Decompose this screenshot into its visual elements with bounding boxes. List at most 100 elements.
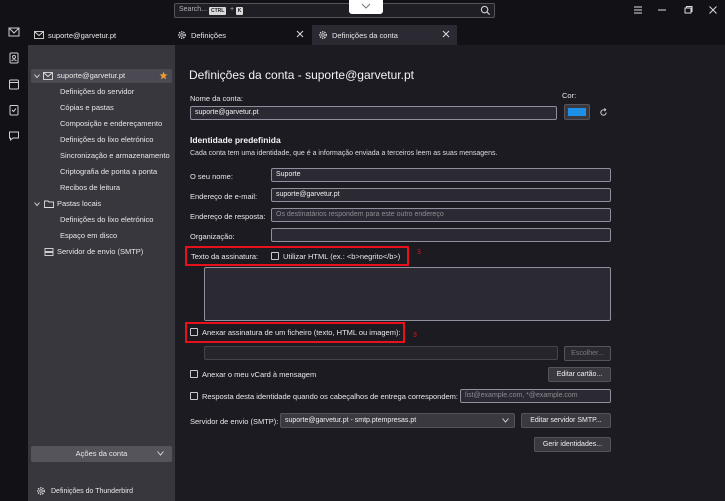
account-tree-sidebar: suporte@garvetur.pt Definições do servid… [28, 45, 175, 501]
sidebar-item-smtp[interactable]: Servidor de envio (SMTP) [28, 245, 175, 259]
account-actions-label: Ações da conta [75, 449, 128, 458]
sidebar-item-e2e-encryption[interactable]: Criptografia de ponta a ponta [28, 165, 175, 179]
choose-file-button[interactable]: Escolher... [564, 346, 611, 361]
tab-bar: suporte@garvetur.pt Definições Definiçõe… [28, 22, 725, 45]
shortcut-ctrl-key: CTRL [209, 7, 227, 15]
calendar-icon[interactable] [8, 78, 20, 90]
your-name-label: O seu nome: [190, 172, 233, 181]
sidebar-item-label: Definições do lixo eletrónico [60, 215, 154, 224]
thunderbird-settings-link[interactable]: Definições do Thunderbird [36, 486, 133, 496]
sidebar-item-sync-storage[interactable]: Sincronização e armazenamento [28, 149, 175, 163]
attach-vcard-label: Anexar o meu vCard à mensagem [202, 370, 317, 379]
tasks-icon[interactable] [8, 104, 20, 116]
color-picker[interactable] [564, 104, 590, 120]
sidebar-item-composition[interactable]: Composição e endereçamento [28, 117, 175, 131]
sidebar-item-label: Sincronização e armazenamento [60, 151, 170, 160]
gear-icon [37, 487, 45, 495]
sidebar-item-server-settings[interactable]: Definições do servidor [28, 85, 175, 99]
signature-file-input[interactable] [204, 346, 558, 360]
search-placeholder: Search... [179, 6, 208, 13]
chevron-down-icon [502, 418, 509, 423]
mail-icon[interactable] [8, 26, 20, 38]
sidebar-item-account[interactable]: suporte@garvetur.pt [31, 69, 172, 83]
sidebar-item-label: Recibos de leitura [60, 183, 121, 192]
star-icon [159, 71, 168, 80]
chevron-down-icon[interactable] [34, 201, 40, 207]
identity-heading: Identidade predefinida [190, 135, 281, 145]
attach-signature-checkbox[interactable] [190, 328, 198, 336]
account-actions-button[interactable]: Ações da conta [31, 446, 172, 462]
email-input[interactable]: suporte@garvetur.pt [271, 188, 611, 202]
gear-icon [319, 31, 327, 39]
signature-label: Texto da assinatura: [191, 252, 259, 261]
reply-identity-label: Resposta desta identidade quando os cabe… [202, 392, 459, 401]
smtp-select-value: suporte@garvetur.pt - smtp.ptempresas.pt [285, 417, 417, 424]
folder-icon [44, 200, 54, 208]
email-label: Endereço de e-mail: [190, 192, 258, 201]
menu-icon[interactable] [632, 4, 644, 16]
sidebar-item-label: Cópias e pastas [60, 103, 114, 112]
chevron-down-icon [157, 451, 164, 456]
identity-description: Cada conta tem uma identidade, que é a i… [190, 150, 498, 157]
tab-account-settings[interactable]: Definições da conta [312, 25, 457, 45]
gear-icon [178, 31, 186, 39]
sidebar-item-local-folders[interactable]: Pastas locais [28, 197, 175, 211]
chat-icon[interactable] [8, 130, 20, 142]
your-name-input[interactable]: Suporte [271, 168, 611, 182]
attach-signature-label: Anexar assinatura de um ficheiro (texto,… [202, 328, 401, 337]
reply-to-label: Endereço de resposta: [190, 212, 266, 221]
close-tab-icon[interactable] [441, 29, 451, 39]
spaces-toolbar [0, 22, 28, 501]
edit-smtp-server-button[interactable]: Editar servidor SMTP... [521, 413, 611, 428]
sidebar-item-label: Servidor de envio (SMTP) [57, 247, 144, 256]
account-name-input[interactable]: suporte@garvetur.pt [190, 106, 557, 120]
reply-identity-input[interactable]: list@example.com, *@example.com [460, 389, 611, 403]
tab-settings[interactable]: Definições [171, 25, 311, 45]
sidebar-item-junk[interactable]: Definições do lixo eletrónico [28, 133, 175, 147]
tab-label: suporte@garvetur.pt [48, 30, 117, 40]
reply-to-input[interactable]: Os destinatários respondem para este out… [271, 208, 611, 222]
shortcut-plus: + [230, 6, 235, 13]
address-book-icon[interactable] [8, 52, 20, 64]
sidebar-item-local-junk[interactable]: Definições do lixo eletrónico [28, 213, 175, 227]
annotation-number: 3 [413, 332, 417, 339]
screen-dropdown-handle[interactable] [349, 0, 383, 14]
sidebar-item-label: Pastas locais [57, 199, 102, 208]
use-html-checkbox[interactable] [271, 252, 279, 260]
sidebar-item-disk-space[interactable]: Espaço em disco [28, 229, 175, 243]
tab-mail-account[interactable]: suporte@garvetur.pt [28, 25, 168, 45]
edit-card-button[interactable]: Editar cartão... [548, 367, 611, 382]
account-name-label: Nome da conta: [190, 94, 243, 103]
sidebar-item-label: Definições do servidor [60, 87, 135, 96]
sidebar-item-copies-folders[interactable]: Cópias e pastas [28, 101, 175, 115]
sidebar-item-read-receipts[interactable]: Recibos de leitura [28, 181, 175, 195]
account-settings-panel: Definições da conta - suporte@garvetur.p… [175, 45, 725, 501]
color-swatch [568, 108, 586, 116]
shortcut-k-key: K [236, 7, 243, 15]
mail-account-icon [43, 72, 53, 80]
organization-input[interactable] [271, 228, 611, 242]
close-window-icon[interactable] [707, 4, 719, 16]
mail-account-icon [34, 31, 44, 39]
restore-icon[interactable] [682, 4, 694, 16]
search-box[interactable]: Search... CTRL + K [174, 3, 495, 18]
sidebar-item-label: Definições do lixo eletrónico [60, 135, 154, 144]
sidebar-item-label: Composição e endereçamento [60, 119, 163, 128]
search-icon[interactable] [480, 5, 491, 16]
color-label: Cor: [562, 91, 577, 100]
page-title: Definições da conta - suporte@garvetur.p… [189, 68, 414, 82]
chevron-down-icon [361, 3, 371, 9]
manage-identities-button[interactable]: Gerir identidades... [534, 437, 611, 452]
annotation-number: 3 [417, 249, 421, 256]
minimize-icon[interactable] [656, 4, 668, 16]
tab-label: Definições da conta [332, 30, 398, 40]
reply-identity-checkbox[interactable] [190, 392, 198, 400]
title-bar: Search... CTRL + K [0, 0, 725, 22]
signature-textarea[interactable] [204, 267, 611, 321]
close-tab-icon[interactable] [295, 29, 305, 39]
reset-color-icon[interactable] [599, 108, 608, 117]
chevron-down-icon[interactable] [34, 73, 40, 79]
attach-vcard-checkbox[interactable] [190, 370, 198, 378]
sidebar-item-label: Criptografia de ponta a ponta [60, 167, 158, 176]
smtp-select[interactable]: suporte@garvetur.pt - smtp.ptempresas.pt [280, 413, 515, 428]
